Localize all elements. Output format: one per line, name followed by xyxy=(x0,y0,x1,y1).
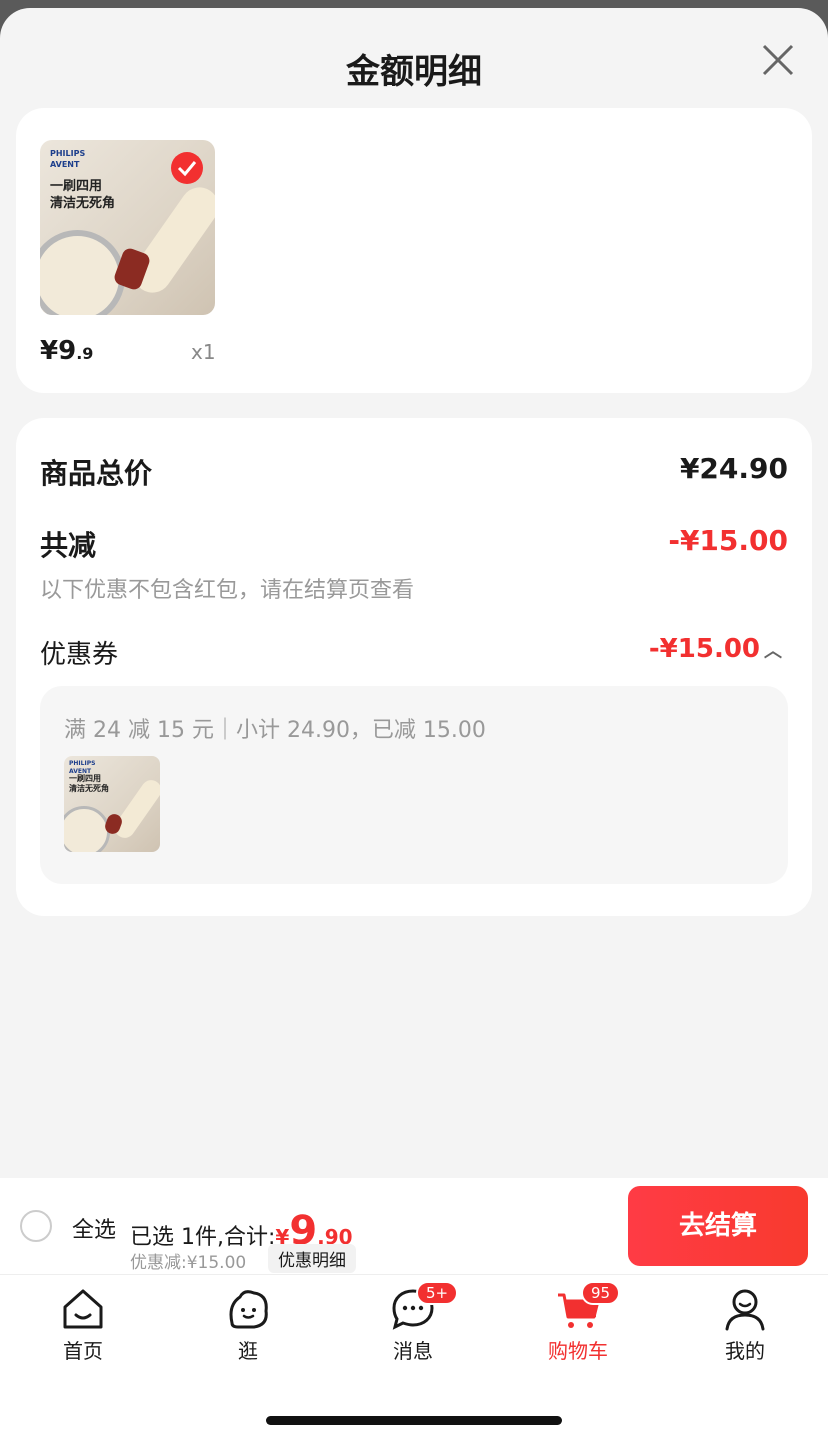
coupon-value-toggle[interactable]: -¥15.00 ︿ xyxy=(649,634,782,664)
checkout-button[interactable]: 去结算 xyxy=(628,1186,808,1266)
selected-check-icon[interactable] xyxy=(171,152,203,184)
total-price-value: ¥24.90 xyxy=(679,452,788,485)
total-price-label: 商品总价 xyxy=(40,457,153,490)
tab-messages[interactable]: 消息 5+ xyxy=(358,1281,468,1364)
messages-badge: 5+ xyxy=(416,1281,459,1305)
tab-cart[interactable]: 购物车 95 xyxy=(523,1281,633,1364)
discount-summary: 优惠减:¥15.00 xyxy=(130,1253,247,1273)
profile-icon xyxy=(725,1289,765,1331)
reduction-note: 以下优惠不包含红包，请在结算页查看 xyxy=(40,578,415,603)
cart-badge: 95 xyxy=(581,1281,621,1305)
sheet-title: 金额明细 xyxy=(346,52,482,92)
select-all-radio[interactable] xyxy=(20,1210,52,1242)
reduction-value: -¥15.00 xyxy=(668,524,788,557)
product-price: ¥9.9 xyxy=(40,336,94,366)
discount-detail-button[interactable]: 优惠明细 xyxy=(268,1244,356,1273)
tab-browse[interactable]: 逛 xyxy=(193,1285,303,1364)
chevron-up-icon: ︿ xyxy=(764,640,782,662)
cart-footer: 全选 已选 1件,合计:¥9.90 优惠减:¥15.00 优惠明细 去结算 首页… xyxy=(0,1178,828,1442)
coupon-rule: 满 24 减 15 元｜小计 24.90，已减 15.00 xyxy=(64,718,486,743)
product-card: PHILIPS AVENT 一刷四用 清洁无死角 ¥9.9 x1 xyxy=(16,108,812,393)
browse-icon xyxy=(229,1290,268,1329)
reduction-label: 共减 xyxy=(40,529,97,562)
close-button[interactable] xyxy=(758,40,798,80)
tab-home[interactable]: 首页 xyxy=(28,1285,138,1364)
amount-detail-sheet: 金额明细 PHILIPS AVENT 一刷四用 清洁无死角 ¥9.9 x1 商品总价… xyxy=(0,8,828,1178)
coupon-product-thumbnail[interactable]: PHILIPS AVENT 一刷四用 清洁无死角 xyxy=(64,756,160,852)
close-icon xyxy=(762,44,794,76)
coupon-label: 优惠券 xyxy=(40,640,119,670)
bottom-tab-bar: 首页 逛 消息 5+ 购物车 95 我的 xyxy=(0,1274,828,1394)
home-indicator xyxy=(266,1416,562,1425)
tab-profile[interactable]: 我的 xyxy=(690,1285,800,1364)
product-quantity: x1 xyxy=(191,340,216,364)
home-icon xyxy=(63,1289,103,1329)
select-all-label[interactable]: 全选 xyxy=(72,1212,116,1244)
product-image[interactable]: PHILIPS AVENT 一刷四用 清洁无死角 xyxy=(40,140,215,315)
